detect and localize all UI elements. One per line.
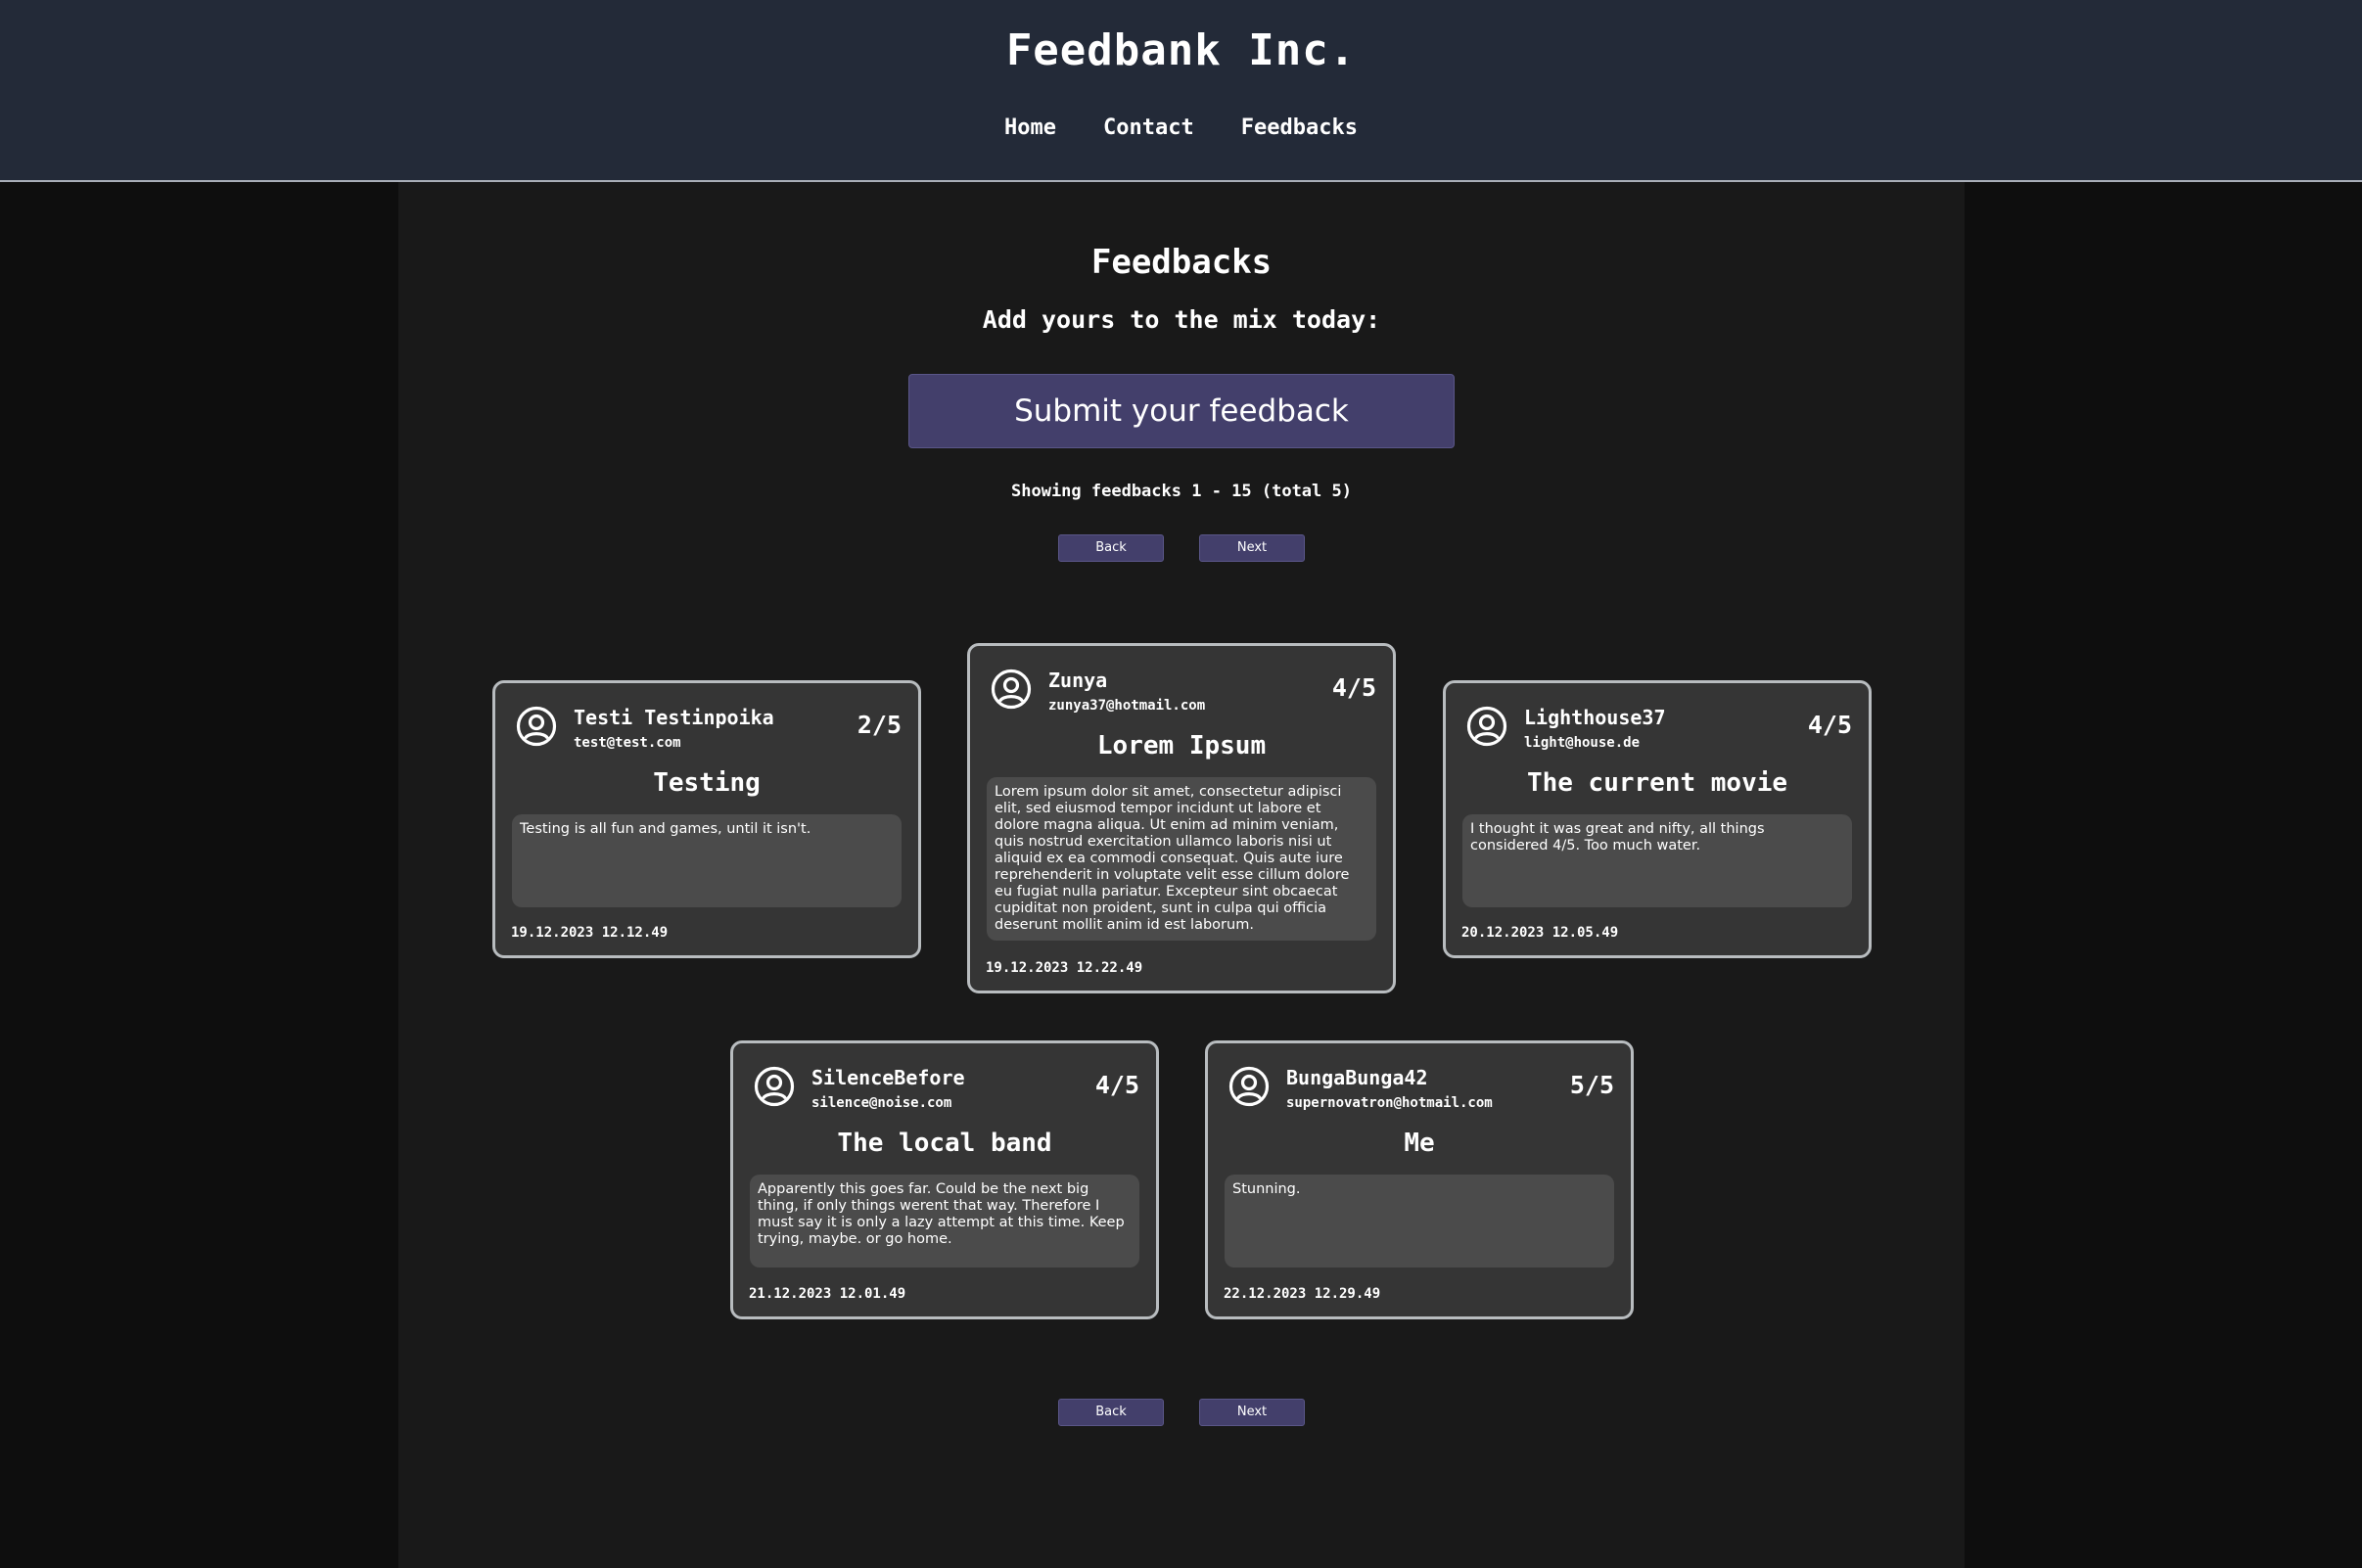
user-circle-icon <box>754 1066 795 1107</box>
user-circle-icon <box>1228 1066 1270 1107</box>
feedback-author-name: SilenceBefore <box>811 1066 965 1089</box>
back-button[interactable]: Back <box>1058 1399 1164 1426</box>
feedback-author-email: light@house.de <box>1524 735 1641 751</box>
feedback-title: Me <box>1404 1129 1435 1158</box>
feedback-author-name: Testi Testinpoika <box>574 706 774 729</box>
pagination-bottom: Back Next <box>398 1399 1965 1426</box>
feedback-author-email: test@test.com <box>574 735 681 751</box>
feedback-body: Lorem ipsum dolor sit amet, consectetur … <box>987 777 1376 941</box>
feedback-rating: 2/5 <box>857 711 902 739</box>
feedback-author-email: silence@noise.com <box>811 1095 952 1111</box>
feedback-body: Apparently this goes far. Could be the n… <box>750 1175 1139 1268</box>
feedback-body: I thought it was great and nifty, all th… <box>1462 814 1852 907</box>
feedback-body: Testing is all fun and games, until it i… <box>512 814 902 907</box>
feedback-author-email: zunya37@hotmail.com <box>1048 698 1206 714</box>
feedback-author-name: BungaBunga42 <box>1286 1066 1428 1089</box>
feedback-date: 19.12.2023 12.12.49 <box>511 925 669 941</box>
page-subtitle: Add yours to the mix today: <box>982 305 1381 334</box>
feedback-rating: 5/5 <box>1569 1071 1614 1099</box>
nav-home-link[interactable]: Home <box>1004 115 1056 140</box>
feedback-title: Lorem Ipsum <box>1096 731 1267 761</box>
back-button[interactable]: Back <box>1058 534 1164 562</box>
submit-feedback-button[interactable]: Submit your feedback <box>908 374 1455 448</box>
feedback-author-email: supernovatron@hotmail.com <box>1286 1095 1493 1111</box>
site-title: Feedbank Inc. <box>1005 25 1357 75</box>
feedback-title: The local band <box>837 1129 1052 1158</box>
main-content: Feedbacks Add yours to the mix today: Su… <box>398 182 1965 1568</box>
feedback-card: Testi Testinpoika test@test.com 2/5 Test… <box>492 680 921 958</box>
feedback-rating: 4/5 <box>1094 1071 1139 1099</box>
pagination-top: Back Next <box>398 534 1965 562</box>
feedback-card: Zunya zunya37@hotmail.com 4/5 Lorem Ipsu… <box>967 643 1396 993</box>
feedback-card: Lighthouse37 light@house.de 4/5 The curr… <box>1443 680 1872 958</box>
feedback-card: BungaBunga42 supernovatron@hotmail.com 5… <box>1205 1040 1634 1319</box>
nav-feedbacks-link[interactable]: Feedbacks <box>1241 115 1358 140</box>
page-title: Feedbacks <box>1090 243 1273 282</box>
feedback-date: 19.12.2023 12.22.49 <box>986 960 1143 976</box>
nav-contact-link[interactable]: Contact <box>1103 115 1194 140</box>
feedback-card: SilenceBefore silence@noise.com 4/5 The … <box>730 1040 1159 1319</box>
feedback-rating: 4/5 <box>1807 711 1852 739</box>
feedback-rating: 4/5 <box>1331 673 1376 702</box>
site-header: Feedbank Inc. Home Contact Feedbacks <box>0 0 2362 182</box>
feedback-date: 21.12.2023 12.01.49 <box>749 1286 906 1302</box>
feedback-author-name: Lighthouse37 <box>1524 706 1666 729</box>
next-button[interactable]: Next <box>1199 1399 1305 1426</box>
feedback-author-name: Zunya <box>1048 669 1108 692</box>
user-circle-icon <box>1466 706 1507 747</box>
user-circle-icon <box>516 706 557 747</box>
pagination-status: Showing feedbacks 1 - 15 (total 5) <box>1011 482 1352 501</box>
feedback-title: Testing <box>653 768 761 798</box>
feedback-title: The current movie <box>1526 768 1788 798</box>
next-button[interactable]: Next <box>1199 534 1305 562</box>
feedback-date: 20.12.2023 12.05.49 <box>1461 925 1619 941</box>
feedback-body: Stunning. <box>1225 1175 1614 1268</box>
user-circle-icon <box>991 669 1032 710</box>
main-nav: Home Contact Feedbacks <box>0 115 2362 140</box>
feedback-date: 22.12.2023 12.29.49 <box>1224 1286 1381 1302</box>
